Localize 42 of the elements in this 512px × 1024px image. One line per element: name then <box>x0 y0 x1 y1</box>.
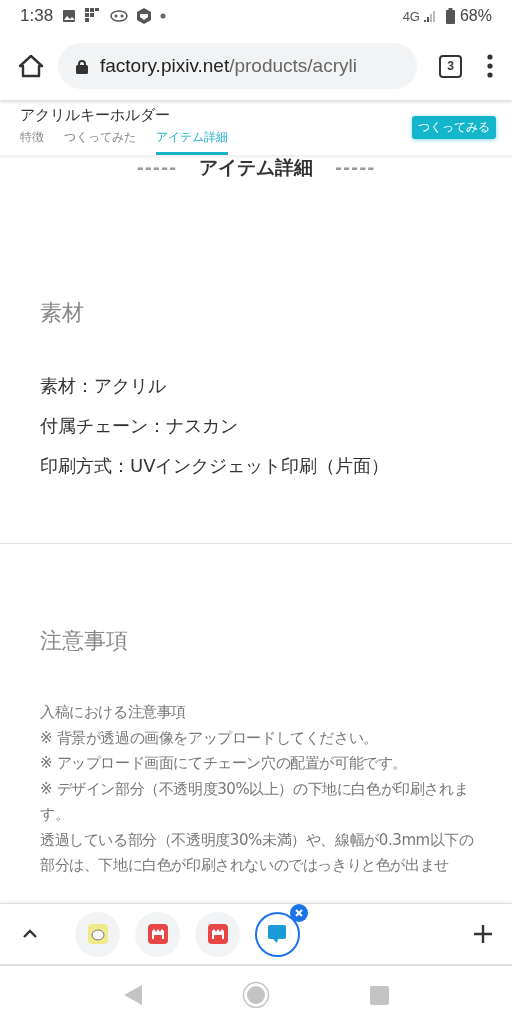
spec-line: 付属チェーン：ナスカン <box>40 414 239 438</box>
chevron-up-icon[interactable] <box>22 929 38 939</box>
address-bar[interactable]: factory.pixiv.net/products/acryli <box>58 43 417 89</box>
note-line: ※ アップロード画面にてチェーン穴の配置が可能です。 <box>40 753 408 774</box>
tab-thumbnail[interactable] <box>75 911 120 957</box>
make-button[interactable]: つくってみる <box>412 116 496 139</box>
section-heading: 注意事項 <box>40 627 129 655</box>
section-title: アイテム詳細 <box>199 155 313 180</box>
note-line: ※ 背景が透過の画像をアップロードしてください。 <box>40 727 379 749</box>
plus-icon[interactable] <box>474 925 492 943</box>
page-tab[interactable]: アイテム詳細 <box>156 129 228 155</box>
url-text: factory.pixiv.net/products/acryli <box>100 55 357 77</box>
lock-icon <box>76 58 88 74</box>
note-line: 透過している部分（不透明度30%未満）や、線幅が0.3mm以下の部分は、下地に白色が印刷されないのではっきりと色が出ませ <box>40 829 475 876</box>
menu-icon[interactable] <box>486 54 494 78</box>
tab-thumbnail[interactable] <box>255 911 300 957</box>
spec-line: 素材：アクリル <box>40 374 167 398</box>
dashes: ----- <box>136 158 177 178</box>
dot-icon <box>160 13 167 19</box>
page-tab[interactable]: つくってみた <box>64 129 136 155</box>
battery-level: 68% <box>459 7 492 25</box>
hexagon-icon <box>137 8 152 24</box>
page-tab[interactable]: 特徴 <box>20 129 44 155</box>
image-icon <box>62 9 77 23</box>
note-line: ※ デザイン部分（不透明度30%以上）の下地に白色が印刷されます。 <box>40 778 470 825</box>
close-icon[interactable] <box>290 903 308 922</box>
network-label: 4G <box>402 8 420 24</box>
note-line: 入稿における注意事項 <box>40 702 187 723</box>
signal-icon <box>422 9 437 23</box>
spec-line: 印刷方式：UVインクジェット印刷（片面） <box>40 454 391 478</box>
clock: 1:38 <box>20 6 54 26</box>
tab-thumbnail[interactable] <box>135 911 180 957</box>
eye-icon <box>110 10 129 22</box>
tab-count-button[interactable]: 3 <box>439 54 462 78</box>
home-icon[interactable] <box>18 54 44 78</box>
product-title: アクリルキーホルダー <box>20 106 171 125</box>
speech-bubble-icon <box>266 924 289 944</box>
section-heading: 素材 <box>40 299 85 327</box>
battery-icon <box>445 8 455 24</box>
dashes: ----- <box>335 158 376 178</box>
grid-icon <box>85 8 102 24</box>
tab-thumbnail[interactable] <box>195 911 240 957</box>
